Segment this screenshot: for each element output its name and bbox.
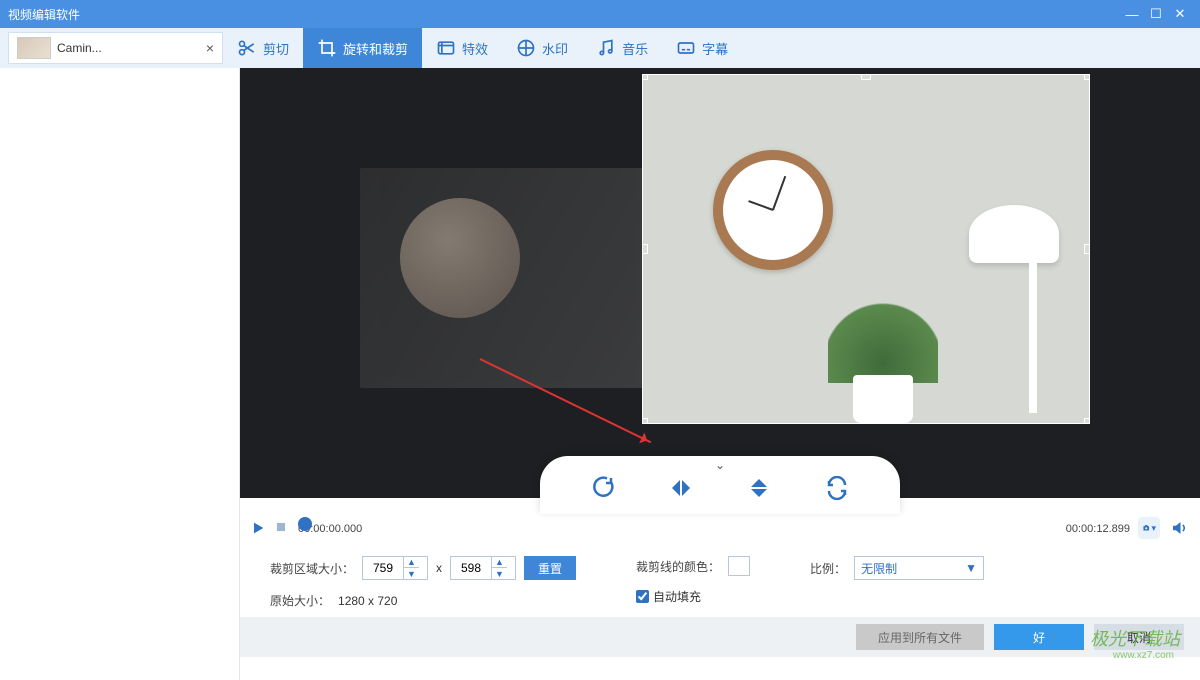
lamp-graphic [959, 205, 1069, 415]
watermark-icon [516, 38, 536, 58]
crop-handle-tm[interactable] [861, 74, 871, 80]
apply-all-button[interactable]: 应用到所有文件 [856, 624, 984, 650]
tool-music-label: 音乐 [622, 39, 648, 58]
tool-subtitle[interactable]: 字幕 [662, 28, 742, 68]
main-panel: + ⌄ [240, 68, 1200, 680]
crop-handle-lm[interactable] [642, 244, 648, 254]
effects-icon [436, 38, 456, 58]
minimize-button[interactable]: — [1120, 7, 1144, 22]
crop-width-input[interactable]: ▲▼ [362, 556, 428, 580]
site-watermark-url: www.xz7.com [1113, 650, 1174, 661]
close-window-button[interactable]: ✕ [1168, 6, 1192, 22]
tool-music[interactable]: 音乐 [582, 28, 662, 68]
preview-canvas[interactable]: + [240, 68, 1200, 498]
tool-effects-label: 特效 [462, 39, 488, 58]
preview-area: + ⌄ [240, 68, 1200, 508]
height-up-icon[interactable]: ▲ [492, 557, 507, 568]
ok-button[interactable]: 好 [994, 624, 1084, 650]
tool-watermark[interactable]: 水印 [502, 28, 582, 68]
file-tab[interactable]: Camin... × [8, 32, 223, 64]
rotate-flip-panel: ⌄ [540, 456, 900, 514]
crop-handle-rm[interactable] [1084, 244, 1090, 254]
file-tab-close-icon[interactable]: × [206, 40, 214, 56]
rotate-cw-button[interactable] [589, 474, 617, 502]
crop-size-label: 裁剪区域大小： [270, 560, 354, 577]
tool-subtitle-label: 字幕 [702, 39, 728, 58]
subtitle-icon [676, 38, 696, 58]
original-size-value: 1280 x 720 [338, 594, 397, 608]
dropdown-icon: ▼ [965, 561, 977, 575]
tool-cut-label: 剪切 [263, 39, 289, 58]
maximize-button[interactable]: ☐ [1144, 6, 1168, 22]
volume-button[interactable] [1168, 517, 1190, 539]
ratio-value: 无限制 [861, 560, 897, 577]
crop-handle-br[interactable] [1084, 418, 1090, 424]
cancel-button[interactable]: 取消 [1094, 624, 1184, 650]
crop-selection[interactable]: + [642, 74, 1090, 424]
crop-handle-tl[interactable] [642, 74, 648, 80]
file-tab-label: Camin... [57, 41, 206, 55]
title-bar: 视频编辑软件 — ☐ ✕ [0, 0, 1200, 28]
time-total: 00:00:12.899 [1050, 523, 1130, 535]
scissors-icon [237, 38, 257, 58]
height-down-icon[interactable]: ▼ [492, 568, 507, 579]
chevron-down-icon[interactable]: ⌄ [715, 458, 725, 472]
plant-graphic [823, 273, 943, 423]
clock-graphic [713, 150, 833, 270]
crop-line-color-label: 裁剪线的颜色： [636, 558, 720, 575]
crop-height-input[interactable]: ▲▼ [450, 556, 516, 580]
crop-handle-bm[interactable] [861, 418, 871, 424]
crop-line-color-swatch[interactable] [728, 556, 750, 576]
tool-rotate-crop[interactable]: 旋转和裁剪 [303, 28, 422, 68]
reset-button[interactable]: 重置 [524, 556, 576, 580]
original-size-label: 原始大小： [270, 592, 330, 609]
play-button[interactable] [250, 520, 266, 536]
stop-button[interactable] [274, 520, 290, 536]
main-toolbar: 剪切 旋转和裁剪 特效 水印 音乐 [223, 28, 1200, 68]
crop-controls: 裁剪区域大小： ▲▼ x ▲▼ 重置 原始大小： 1280 x 720 [240, 548, 1200, 617]
crop-center-icon: + [988, 245, 999, 266]
timeline-bar: 00:00:00.000 00:00:12.899 ▾ [240, 508, 1200, 548]
app-title: 视频编辑软件 [8, 6, 80, 23]
width-up-icon[interactable]: ▲ [404, 557, 419, 568]
flip-vertical-button[interactable] [745, 474, 773, 502]
crop-icon [317, 38, 337, 58]
tool-rotate-crop-label: 旋转和裁剪 [343, 39, 408, 58]
crop-handle-tr[interactable] [1084, 74, 1090, 80]
crop-height-field[interactable] [451, 561, 491, 575]
x-separator: x [436, 561, 442, 575]
tool-effects[interactable]: 特效 [422, 28, 502, 68]
footer-bar: 应用到所有文件 好 取消 极光下载站 www.xz7.com [240, 617, 1200, 657]
tab-toolbar-row: Camin... × 剪切 旋转和裁剪 特效 水印 [0, 28, 1200, 68]
video-frame-left [360, 168, 660, 388]
width-down-icon[interactable]: ▼ [404, 568, 419, 579]
flip-horizontal-button[interactable] [667, 474, 695, 502]
autofill-label: 自动填充 [653, 588, 701, 605]
crop-width-field[interactable] [363, 561, 403, 575]
autofill-checkbox[interactable] [636, 590, 649, 603]
ratio-select[interactable]: 无限制 ▼ [854, 556, 984, 580]
file-thumbnail [17, 37, 51, 59]
rotate-180-button[interactable] [823, 474, 851, 502]
tool-cut[interactable]: 剪切 [223, 28, 303, 68]
music-icon [596, 38, 616, 58]
timeline-knob[interactable] [298, 517, 312, 531]
sidebar [0, 68, 240, 680]
ratio-label: 比例： [810, 560, 846, 577]
snapshot-button[interactable]: ▾ [1138, 517, 1160, 539]
crop-handle-bl[interactable] [642, 418, 648, 424]
tool-watermark-label: 水印 [542, 39, 568, 58]
